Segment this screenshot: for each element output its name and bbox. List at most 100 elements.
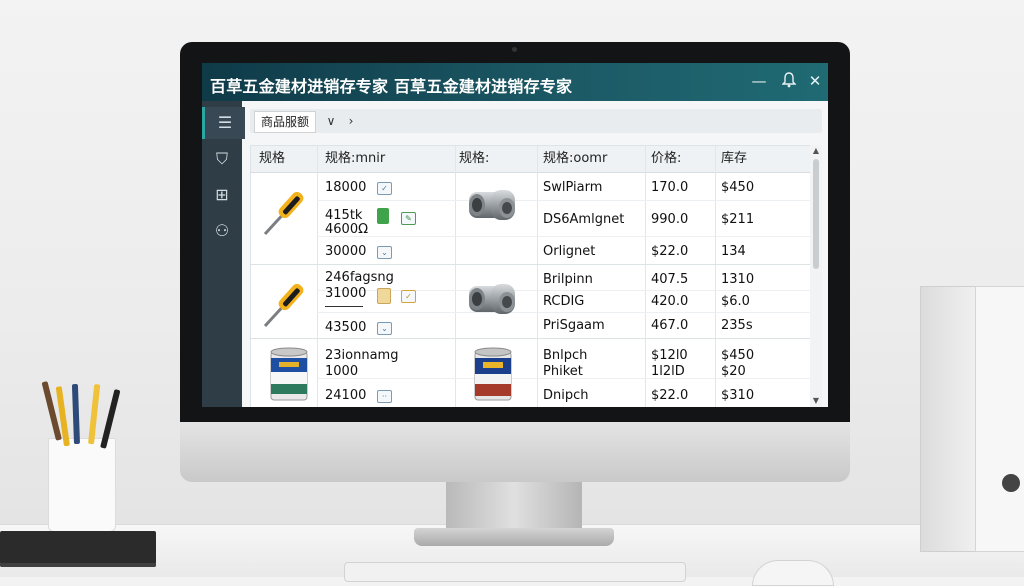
scroll-up-arrow[interactable]: ▲ <box>810 145 822 157</box>
monitor-chin <box>180 422 850 482</box>
spec-cell: 30000 <box>325 244 367 259</box>
grid-line <box>715 146 716 407</box>
stock-cell: $6.0 <box>721 294 750 309</box>
stock-cell: 235s <box>721 318 753 333</box>
chevron-down-icon[interactable]: ∨ <box>322 111 340 131</box>
pencil-cup <box>48 438 116 532</box>
product-name-cell: Dnipch <box>543 388 589 403</box>
bell-icon[interactable] <box>780 72 798 90</box>
monitor-stand-base <box>414 528 614 546</box>
scroll-thumb[interactable] <box>813 159 819 269</box>
title-bar: 百草五金建材进销存专家 百草五金建材进销存专家 — ✕ <box>202 63 828 101</box>
notebook <box>0 531 156 567</box>
paint-can-icon <box>473 346 513 406</box>
green-bottle-icon <box>377 208 389 224</box>
price-cell: $22.0 <box>651 388 689 403</box>
price-cell: 170.0 <box>651 180 689 195</box>
grid-line <box>455 146 456 407</box>
app-window: 百草五金建材进销存专家 百草五金建材进销存专家 — ✕ ☰ ⛉ ⊞ ⚇ 商品服额… <box>202 63 828 407</box>
price-cell: 990.0 <box>651 212 689 227</box>
edit-icon[interactable]: ✓ <box>377 182 392 195</box>
product-name-cell: Brilpinn <box>543 272 593 287</box>
pencil <box>71 383 80 445</box>
minimize-button[interactable]: — <box>750 72 768 90</box>
screwdriver-icon <box>261 182 313 242</box>
chevron-right-icon[interactable]: › <box>342 111 360 131</box>
stock-cell: $310 <box>721 388 755 403</box>
product-name-cell: Phiket <box>543 364 583 379</box>
table-header: 规格 规格:mnir 规格: 规格:oomr 价格: 库存 <box>251 146 811 173</box>
edit-icon[interactable]: ·· <box>377 390 392 403</box>
monitor-stand-neck <box>446 482 582 534</box>
divider <box>325 306 363 307</box>
stock-cell: 134 <box>721 244 746 259</box>
product-name-cell: DS6Amlgnet <box>543 212 625 227</box>
stock-cell: $211 <box>721 212 755 227</box>
product-name-cell: SwlPiarm <box>543 180 603 195</box>
column-header[interactable]: 规格: <box>459 146 489 172</box>
spec-cell: 4600Ω <box>325 222 369 237</box>
column-header[interactable]: 价格: <box>651 146 681 172</box>
row-separator <box>317 312 811 313</box>
sidebar: ☰ ⛉ ⊞ ⚇ <box>202 101 245 407</box>
stock-cell: $450 <box>721 180 755 195</box>
row-separator <box>251 264 811 265</box>
column-header[interactable]: 库存 <box>721 146 747 172</box>
edit-icon[interactable]: ⌄ <box>377 322 392 335</box>
app-title: 百草五金建材进销存专家 百草五金建材进销存专家 <box>210 77 573 96</box>
stock-cell: $450 <box>721 348 755 363</box>
stock-cell: $20 <box>721 364 746 379</box>
toolbar: 商品服额 ∨ › <box>250 109 822 133</box>
keyboard <box>344 562 686 582</box>
binder <box>920 286 980 552</box>
pencil <box>88 384 101 445</box>
binder-ring-hole <box>1002 474 1020 492</box>
pipe-fitting-icon <box>463 278 523 326</box>
paint-can-icon <box>269 346 309 406</box>
column-header[interactable]: 规格:mnir <box>325 146 385 172</box>
scroll-down-arrow[interactable]: ▼ <box>810 395 822 407</box>
product-name-cell: RCDIG <box>543 294 585 309</box>
cone-icon[interactable]: ⛉ <box>202 143 242 175</box>
price-cell: 467.0 <box>651 318 689 333</box>
product-name-cell: Bnlpch <box>543 348 588 363</box>
spec-cell: 1000 <box>325 364 359 379</box>
column-header[interactable]: 规格 <box>259 146 285 172</box>
tab-products[interactable]: 商品服额 <box>254 111 317 133</box>
product-name-cell: PriSgaam <box>543 318 605 333</box>
screwdriver-icon <box>261 274 313 334</box>
price-cell: 420.0 <box>651 294 689 309</box>
people-icon[interactable]: ⚇ <box>202 215 242 247</box>
stock-cell: 1310 <box>721 272 755 287</box>
pipe-fitting-icon <box>463 184 523 232</box>
product-name-cell: Orlignet <box>543 244 596 259</box>
price-cell: $22.0 <box>651 244 689 259</box>
product-table: 规格 规格:mnir 规格: 规格:oomr 价格: 库存 18000 ✓ 41… <box>250 145 812 407</box>
binder <box>975 286 1024 552</box>
jar-icon <box>377 288 391 304</box>
grid-icon[interactable]: ⊞ <box>202 179 242 211</box>
spec-cell: 23ionnamg <box>325 348 399 363</box>
edit-icon[interactable]: ⌄ <box>377 246 392 259</box>
close-button[interactable]: ✕ <box>806 72 824 90</box>
tag-icon[interactable]: ✓ <box>401 290 416 303</box>
column-header[interactable]: 规格:oomr <box>543 146 607 172</box>
spec-cell: 43500 <box>325 320 367 335</box>
spec-cell: 246fagsng <box>325 270 394 285</box>
grid-line <box>317 146 318 407</box>
leaf-icon[interactable]: ✎ <box>401 212 416 225</box>
spec-cell: 24100 <box>325 388 367 403</box>
menu-icon[interactable]: ☰ <box>202 107 245 139</box>
price-cell: $12l0 <box>651 348 688 363</box>
grid-line <box>537 146 538 407</box>
grid-line <box>645 146 646 407</box>
row-separator <box>317 200 811 201</box>
price-cell: 407.5 <box>651 272 689 287</box>
spec-cell: 18000 <box>325 180 367 195</box>
row-separator <box>317 290 811 291</box>
vertical-scrollbar[interactable]: ▲ ▼ <box>810 145 822 407</box>
webcam <box>512 47 517 52</box>
row-separator <box>317 236 811 237</box>
price-cell: 1l2lD <box>651 364 685 379</box>
spec-cell: 31000 <box>325 286 367 301</box>
